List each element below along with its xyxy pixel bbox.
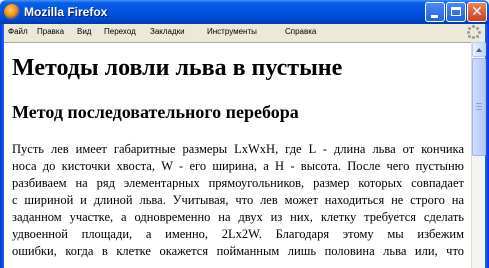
menu-edit[interactable]: Правка bbox=[37, 26, 64, 38]
throbber-icon bbox=[467, 25, 481, 39]
section-heading: Метод последовательного перебора bbox=[12, 102, 299, 122]
close-button[interactable]: ✕ bbox=[467, 2, 487, 22]
menu-help[interactable]: Справка bbox=[285, 26, 316, 38]
paragraph-line: Пусть лев имеет габаритные размеры LxWxH… bbox=[12, 142, 464, 156]
maximize-icon bbox=[451, 7, 461, 16]
paragraph-line: с шириной и длиной льва. Учитывая, что л… bbox=[12, 193, 464, 207]
minimize-button[interactable] bbox=[425, 2, 445, 22]
scroll-up-button[interactable] bbox=[472, 42, 486, 57]
paragraph-line: носа до кисточки хвоста, W - его ширина,… bbox=[12, 159, 464, 173]
vertical-scrollbar[interactable] bbox=[471, 42, 486, 268]
paragraph-line: ошибки, когда в клетке окажется пойманны… bbox=[12, 244, 464, 258]
menu-bookmarks[interactable]: Закладки bbox=[150, 26, 185, 38]
menu-tools[interactable]: Инструменты bbox=[207, 26, 257, 38]
firefox-icon bbox=[4, 4, 20, 20]
page-content: Методы ловли льва в пустыне Метод послед… bbox=[4, 42, 471, 268]
window-title: Mozilla Firefox bbox=[24, 5, 108, 19]
paragraph-line: заданном участке, а одновременно на двух… bbox=[12, 210, 464, 224]
menu-bar: Файл Правка Вид Переход Закладки Инструм… bbox=[4, 24, 485, 42]
paragraph-line: удвоенной площади, а именно, 2Lx2W. Благ… bbox=[12, 227, 464, 241]
menu-go[interactable]: Переход bbox=[104, 26, 136, 38]
minimize-icon bbox=[431, 15, 438, 18]
paragraph-line: разбиваем на ряд элементарных прямоуголь… bbox=[12, 176, 464, 190]
browser-window: Mozilla Firefox ✕ Файл Правка Вид Перехо… bbox=[0, 0, 489, 268]
close-icon: ✕ bbox=[471, 4, 483, 20]
maximize-button[interactable] bbox=[446, 2, 466, 22]
menu-file[interactable]: Файл bbox=[8, 26, 28, 38]
menu-view[interactable]: Вид bbox=[77, 26, 91, 38]
page-title: Методы ловли льва в пустыне bbox=[12, 55, 343, 81]
title-bar[interactable]: Mozilla Firefox ✕ bbox=[0, 0, 489, 24]
scroll-thumb[interactable] bbox=[472, 58, 486, 156]
